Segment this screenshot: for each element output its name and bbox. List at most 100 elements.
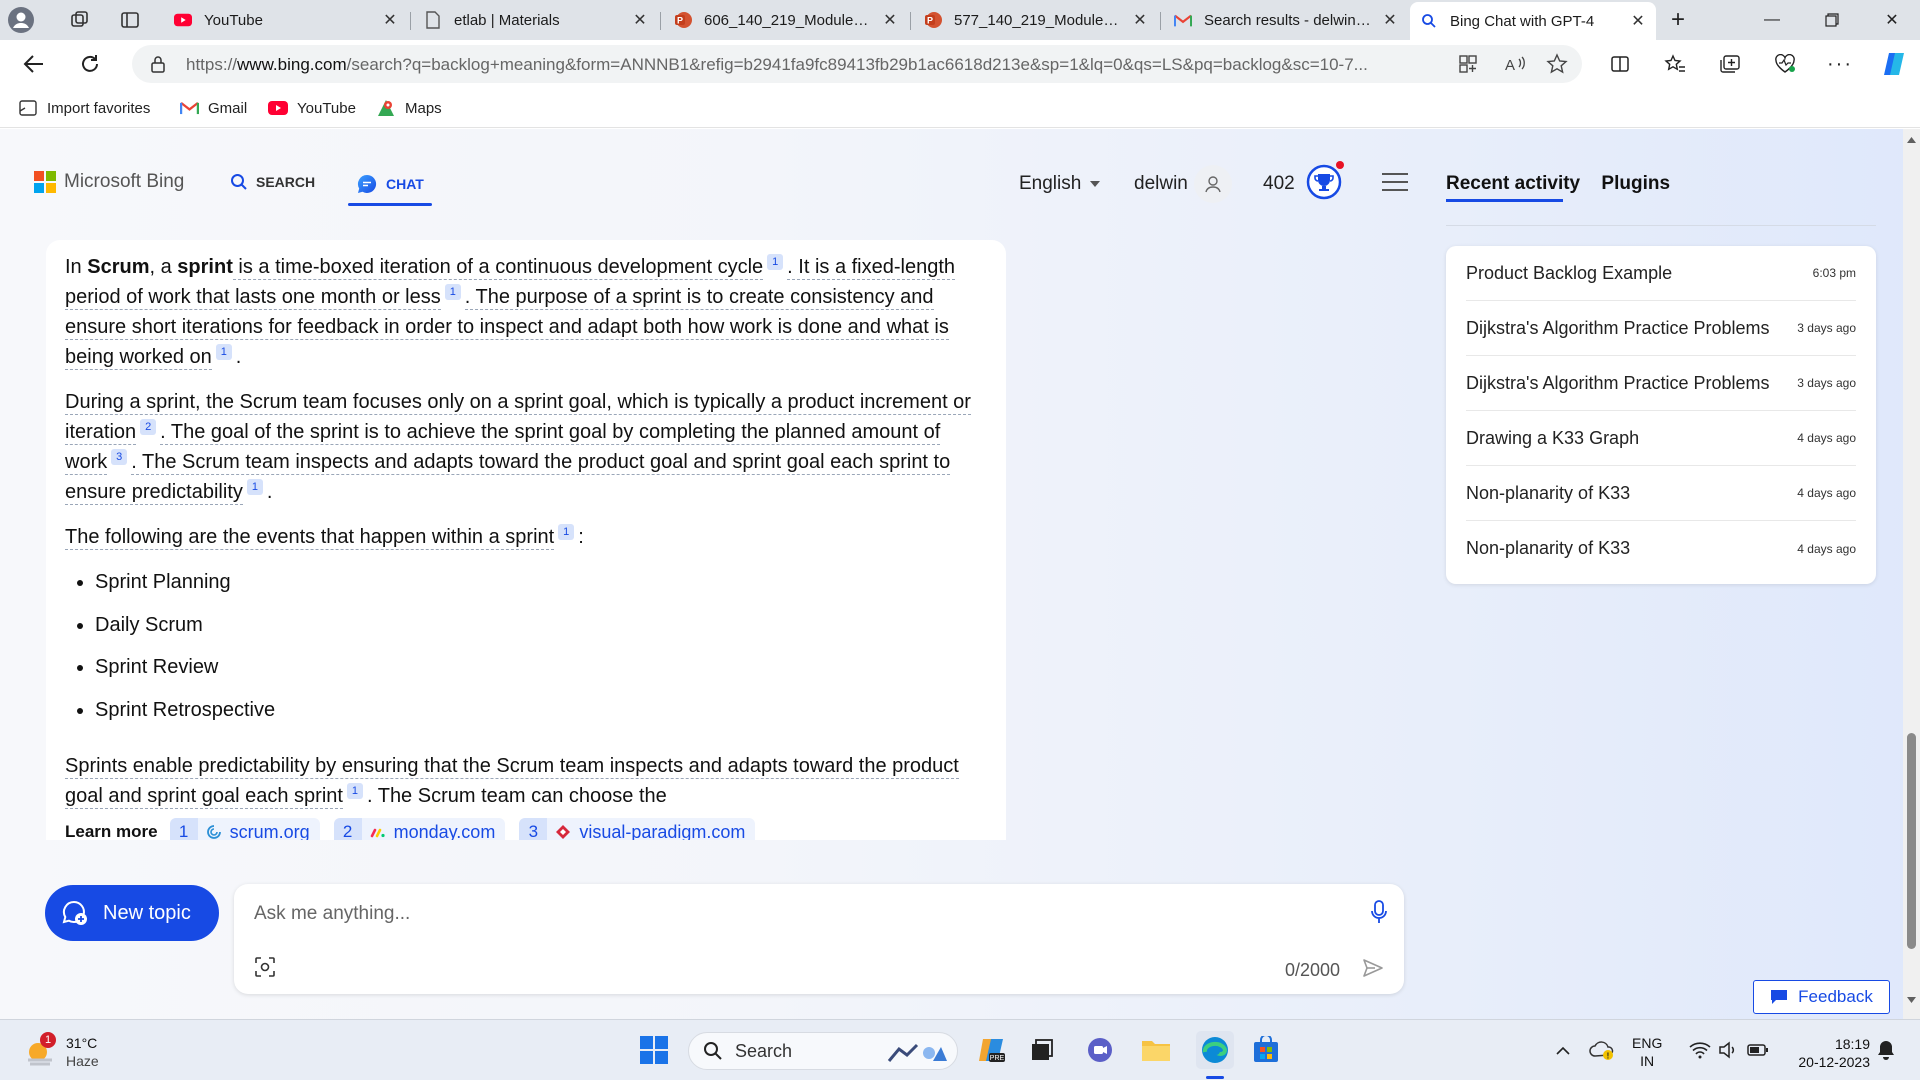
read-aloud-icon[interactable]: A bbox=[1504, 54, 1526, 74]
bing-logo[interactable]: Microsoft Bing bbox=[34, 171, 184, 193]
input-language[interactable]: ENG IN bbox=[1632, 1034, 1662, 1070]
citation-badge[interactable]: 1 bbox=[346, 783, 363, 800]
workspaces-button[interactable] bbox=[60, 4, 100, 36]
recent-activity-item[interactable]: Non-planarity of K33 4 days ago bbox=[1466, 466, 1856, 521]
favorites-button[interactable] bbox=[1657, 46, 1693, 82]
source-link-visual-paradigm[interactable]: 3 visual-paradigm.com bbox=[519, 818, 756, 840]
taskbar-search[interactable]: Search bbox=[688, 1032, 958, 1070]
rewards-button[interactable] bbox=[1305, 161, 1345, 201]
close-icon[interactable]: ✕ bbox=[1382, 10, 1398, 30]
feedback-button[interactable]: Feedback bbox=[1753, 980, 1890, 1014]
activity-time: 4 days ago bbox=[1797, 431, 1856, 445]
chat-input-box[interactable]: Ask me anything... 0/2000 bbox=[234, 884, 1404, 994]
language-selector[interactable]: English bbox=[1019, 173, 1101, 195]
cited-text[interactable]: is a time-boxed iteration of a continuou… bbox=[232, 256, 764, 280]
scroll-up-icon[interactable] bbox=[1907, 137, 1916, 143]
clock[interactable]: 18:19 20-12-2023 bbox=[1786, 1035, 1870, 1071]
restore-button[interactable] bbox=[1812, 6, 1852, 34]
address-bar[interactable]: https://www.bing.com/search?q=backlog+me… bbox=[132, 45, 1582, 83]
recent-activity-item[interactable]: Product Backlog Example 6:03 pm bbox=[1466, 246, 1856, 301]
favorite-youtube[interactable]: YouTube bbox=[268, 97, 356, 119]
powerpoint-icon: P bbox=[924, 11, 942, 29]
heart-pulse-icon bbox=[1775, 54, 1795, 73]
recent-activity-item[interactable]: Non-planarity of K33 4 days ago bbox=[1466, 521, 1856, 576]
back-button[interactable] bbox=[16, 46, 52, 82]
favorite-import[interactable]: Import favorites bbox=[18, 97, 150, 119]
refresh-button[interactable] bbox=[72, 46, 108, 82]
recent-activity-item[interactable]: Dijkstra's Algorithm Practice Problems 3 … bbox=[1466, 356, 1856, 411]
close-icon[interactable]: ✕ bbox=[882, 10, 898, 30]
activity-title: Non-planarity of K33 bbox=[1466, 482, 1631, 503]
rewards-points[interactable]: 402 bbox=[1263, 173, 1295, 195]
close-icon[interactable]: ✕ bbox=[382, 10, 398, 30]
citation-badge[interactable]: 1 bbox=[444, 284, 461, 301]
citation-badge[interactable]: 1 bbox=[215, 344, 232, 361]
username[interactable]: delwin bbox=[1134, 173, 1188, 195]
source-link-scrum[interactable]: 1 scrum.org bbox=[169, 818, 320, 840]
chat-input-placeholder[interactable]: Ask me anything... bbox=[254, 903, 410, 925]
tab-module-iii[interactable]: P 577_140_219_Module_III.pptx ✕ bbox=[914, 4, 1158, 36]
microphone-icon[interactable] bbox=[1370, 900, 1388, 929]
scroll-down-icon[interactable] bbox=[1907, 997, 1916, 1003]
notifications-button[interactable] bbox=[1870, 1034, 1902, 1066]
source-link-monday[interactable]: 2 monday.com bbox=[333, 818, 506, 840]
tab-actions-button[interactable] bbox=[110, 4, 150, 36]
close-icon[interactable]: ✕ bbox=[1132, 10, 1148, 30]
split-screen-button[interactable] bbox=[1602, 46, 1638, 82]
tab-youtube[interactable]: YouTube ✕ bbox=[164, 4, 408, 36]
page-scrollbar[interactable] bbox=[1903, 129, 1920, 1019]
cited-text[interactable]: . The Scrum team inspects and adapts tow… bbox=[65, 451, 951, 505]
new-tab-button[interactable]: + bbox=[1658, 6, 1698, 34]
collections-button[interactable] bbox=[1712, 46, 1748, 82]
close-window-button[interactable]: ✕ bbox=[1872, 6, 1912, 34]
favorite-star-icon[interactable] bbox=[1546, 53, 1568, 75]
onedrive-status[interactable]: ! bbox=[1586, 1034, 1618, 1066]
citation-badge[interactable]: 1 bbox=[246, 479, 263, 496]
start-button[interactable] bbox=[638, 1034, 670, 1066]
close-icon[interactable]: ✕ bbox=[1630, 11, 1646, 31]
battery-status[interactable] bbox=[1742, 1034, 1774, 1066]
tab-etlab[interactable]: etlab | Materials ✕ bbox=[414, 4, 658, 36]
settings-more-button[interactable]: ··· bbox=[1822, 46, 1858, 82]
copilot-button[interactable] bbox=[1876, 46, 1912, 82]
menu-button[interactable] bbox=[1382, 172, 1408, 192]
volume-control[interactable] bbox=[1712, 1034, 1744, 1066]
visual-search-icon[interactable] bbox=[254, 956, 276, 983]
taskbar-app-teams[interactable] bbox=[1084, 1034, 1116, 1066]
taskbar-app-store[interactable] bbox=[1250, 1034, 1282, 1066]
citation-badge[interactable]: 1 bbox=[558, 524, 575, 541]
tab-plugins[interactable]: Plugins bbox=[1601, 173, 1670, 194]
search-tab[interactable]: SEARCH bbox=[230, 173, 315, 191]
cited-text[interactable]: The following are the events that happen… bbox=[65, 526, 555, 550]
avatar[interactable] bbox=[1194, 165, 1232, 203]
recent-activity-item[interactable]: Dijkstra's Algorithm Practice Problems 3 … bbox=[1466, 301, 1856, 356]
citation-badge[interactable]: 2 bbox=[140, 419, 157, 436]
favorite-maps[interactable]: Maps bbox=[376, 97, 442, 119]
favorite-gmail[interactable]: Gmail bbox=[180, 97, 247, 119]
app-available-icon[interactable] bbox=[1458, 54, 1478, 74]
taskbar-app-copilot[interactable]: PRE bbox=[976, 1034, 1008, 1066]
browser-essentials-button[interactable] bbox=[1767, 46, 1803, 82]
new-topic-button[interactable]: New topic bbox=[45, 885, 219, 941]
close-icon[interactable]: ✕ bbox=[632, 10, 648, 30]
svg-text:A: A bbox=[1505, 57, 1515, 74]
teams-chat-icon bbox=[1088, 1038, 1112, 1062]
weather-widget[interactable]: 1 31°C Haze bbox=[24, 1032, 99, 1070]
more-icon: ··· bbox=[1827, 52, 1853, 75]
recent-activity-item[interactable]: Drawing a K33 Graph 4 days ago bbox=[1466, 411, 1856, 466]
tab-bing-chat[interactable]: Bing Chat with GPT-4 ✕ bbox=[1410, 2, 1656, 40]
profile-button[interactable] bbox=[0, 4, 50, 36]
chat-tab[interactable]: CHAT bbox=[356, 173, 424, 195]
tab-gmail-search[interactable]: Search results - delwinkumar ✕ bbox=[1164, 4, 1408, 36]
minimize-button[interactable]: — bbox=[1752, 6, 1792, 34]
taskbar-app-file-explorer[interactable] bbox=[1140, 1034, 1172, 1066]
citation-badge[interactable]: 1 bbox=[767, 254, 784, 271]
tab-recent-activity[interactable]: Recent activity bbox=[1446, 173, 1580, 194]
show-hidden-icons-button[interactable] bbox=[1547, 1034, 1579, 1066]
scrollbar-thumb[interactable] bbox=[1907, 733, 1916, 949]
citation-badge[interactable]: 3 bbox=[111, 449, 128, 466]
tab-module-iv[interactable]: P 606_140_219_Module_IV.pptx ✕ bbox=[664, 4, 908, 36]
taskbar-app-edge[interactable] bbox=[1196, 1031, 1234, 1069]
send-icon[interactable] bbox=[1362, 958, 1384, 983]
taskbar-app-task-view[interactable] bbox=[1026, 1034, 1058, 1066]
